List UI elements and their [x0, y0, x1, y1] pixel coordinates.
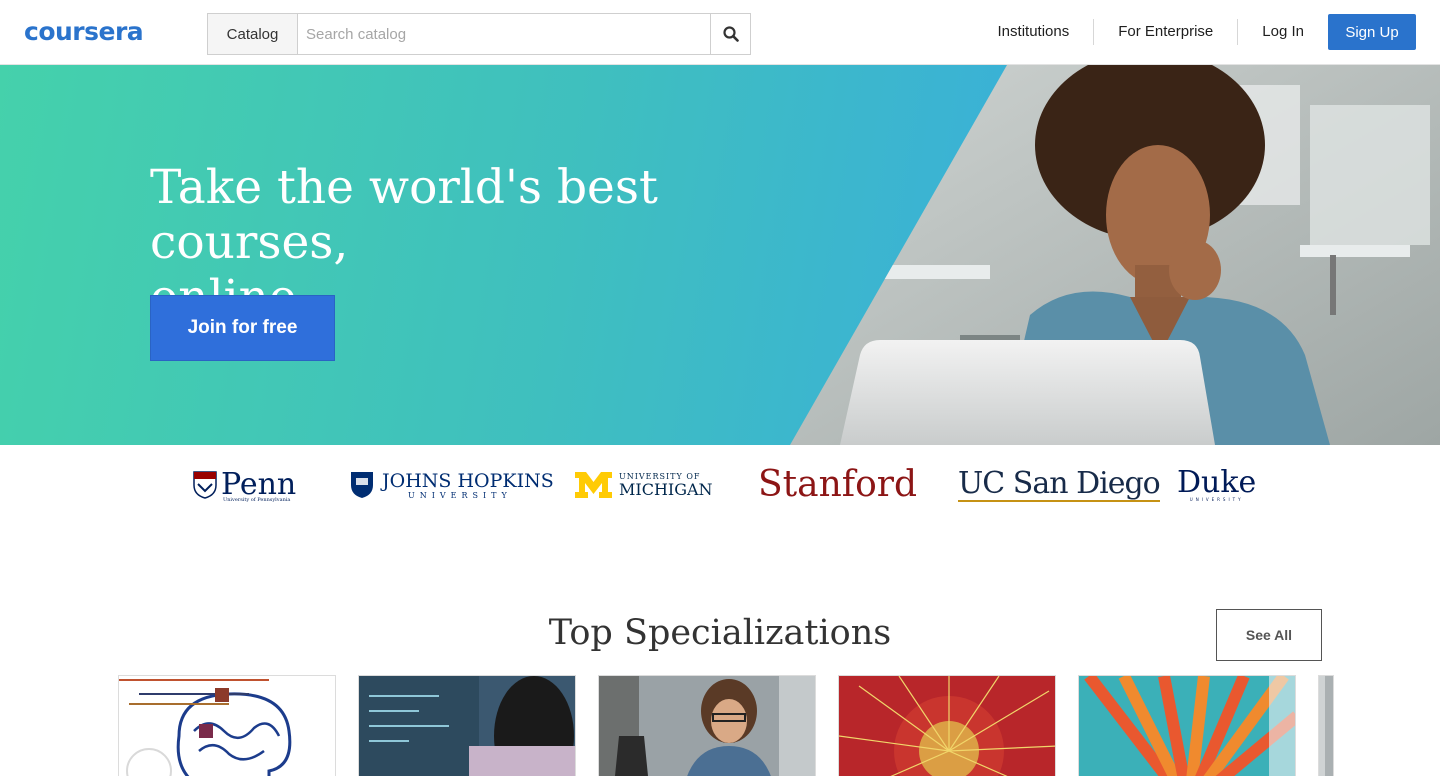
search-input[interactable] [298, 14, 710, 54]
duke-name: Duke [1177, 464, 1257, 500]
michigan-name: MICHIGAN [619, 480, 713, 499]
card-image-network-burst [839, 676, 1055, 776]
catalog-dropdown-button[interactable]: Catalog [208, 14, 298, 54]
stanford-wordmark: Stanford [758, 464, 918, 505]
penn-subtitle: University of Pennsylvania [223, 497, 291, 503]
specialization-card[interactable] [1078, 675, 1296, 776]
card-image-colorful-rays [1079, 676, 1295, 776]
see-all-button[interactable]: See All [1216, 609, 1322, 661]
top-header: coursera Catalog Institutions For Enterp… [0, 0, 1440, 65]
hero-headline-line1: Take the world's best courses, [150, 160, 658, 270]
join-for-free-button[interactable]: Join for free [150, 295, 335, 361]
search-icon [722, 26, 739, 42]
nav-institutions-link[interactable]: Institutions [974, 19, 1094, 45]
specialization-card[interactable] [598, 675, 816, 776]
partner-duke[interactable]: Duke UNIVERSITY [1177, 467, 1256, 503]
jhu-wordmark: JOHNS HOPKINS UNIVERSITY [382, 471, 554, 500]
partner-logos: Penn University of Pennsylvania JOHNS HO… [0, 445, 1440, 525]
nav-enterprise-link[interactable]: For Enterprise [1094, 19, 1237, 45]
card-image-student-laptop [359, 676, 575, 776]
jhu-name: JOHNS HOPKINS [382, 469, 554, 492]
partner-uc-san-diego[interactable]: UC San Diego [958, 465, 1161, 503]
michigan-block-m-icon [575, 472, 612, 498]
specialization-card[interactable] [118, 675, 336, 776]
partner-johns-hopkins[interactable]: JOHNS HOPKINS UNIVERSITY [350, 467, 554, 503]
penn-shield-icon [193, 471, 217, 499]
penn-wordmark: Penn [221, 467, 297, 502]
login-link[interactable]: Log In [1238, 19, 1328, 45]
card-image-team-meeting [599, 676, 815, 776]
jhu-subtitle: UNIVERSITY [408, 490, 512, 500]
hero-banner: Take the world's best courses, online. J… [0, 65, 1440, 445]
jhu-shield-icon [351, 472, 373, 498]
sign-up-button[interactable]: Sign Up [1328, 14, 1416, 50]
partner-penn[interactable]: Penn University of Pennsylvania [193, 467, 296, 503]
specialization-card-partial[interactable] [1318, 675, 1334, 776]
michigan-wordmark: UNIVERSITY OF MICHIGAN [619, 472, 713, 498]
card-image-brain [119, 676, 335, 776]
specialization-card[interactable] [838, 675, 1056, 776]
ucsd-wordmark: UC San Diego [958, 465, 1161, 502]
search-button[interactable] [710, 14, 750, 54]
partner-stanford[interactable]: Stanford [758, 467, 917, 503]
partner-michigan[interactable]: UNIVERSITY OF MICHIGAN [575, 467, 713, 503]
card-image-partial [1319, 676, 1333, 776]
coursera-logo[interactable]: coursera [24, 17, 144, 47]
specialization-card[interactable] [358, 675, 576, 776]
top-nav: Institutions For Enterprise Log In Sign … [974, 14, 1416, 50]
catalog-search-bar: Catalog [207, 13, 751, 55]
duke-wordmark: Duke UNIVERSITY [1177, 464, 1257, 502]
